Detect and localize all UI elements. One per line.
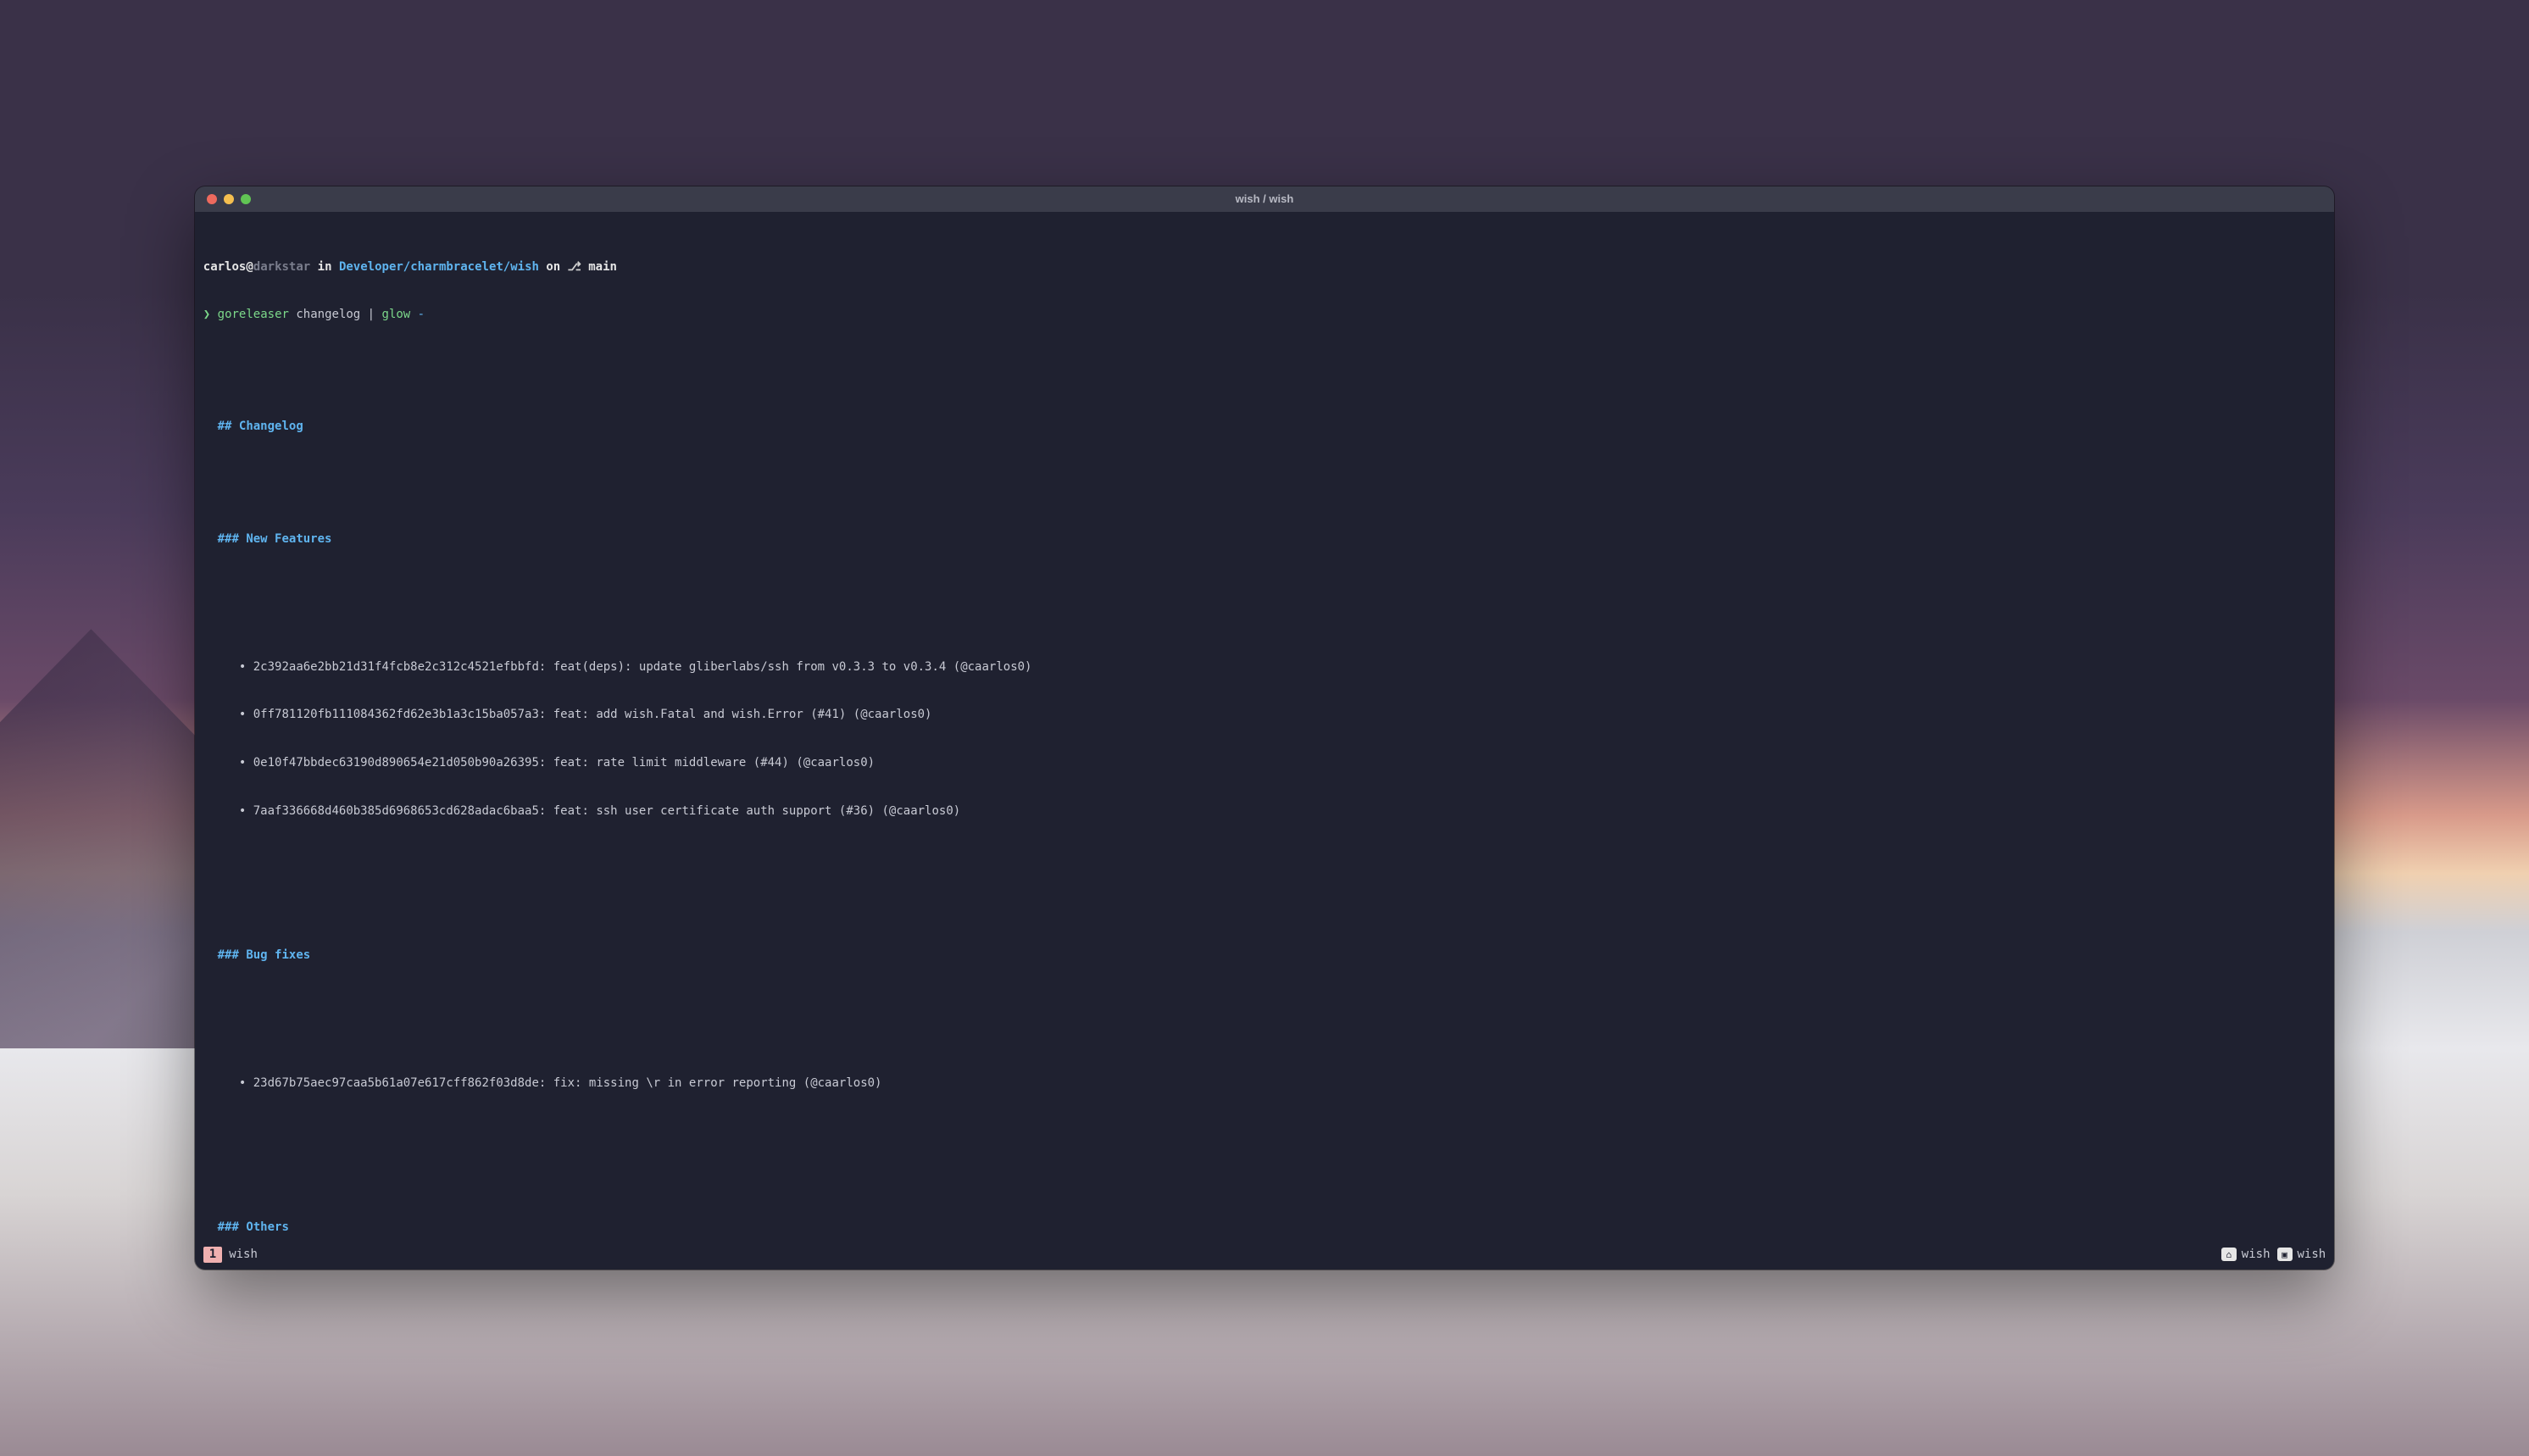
list-item: 23d67b75aec97caa5b61a07e617cff862f03d8de… [253, 1076, 882, 1090]
terminal-window: wish / wish carlos@darkstar in Developer… [195, 186, 2334, 1270]
prompt-branch: main [581, 260, 617, 274]
list-item: 0e10f47bbdec63190d890654e21d050b90a26395… [253, 756, 875, 770]
terminal-body[interactable]: carlos@darkstar in Developer/charmbracel… [195, 212, 2334, 1245]
tmux-statusbar: 1 wish ⌂ wish ▣ wish [195, 1244, 2334, 1270]
key-icon: ⌂ [2221, 1248, 2237, 1261]
prompt-user: carlos [203, 260, 247, 274]
terminal-icon: ▣ [2277, 1248, 2293, 1261]
window-title: wish / wish [195, 192, 2334, 205]
titlebar[interactable]: wish / wish [195, 186, 2334, 212]
git-branch-icon: ⎇ [568, 260, 581, 274]
prompt-command-1: ❯ goreleaser changelog | glow - [203, 307, 2326, 323]
heading-new-features: ### New Features [218, 532, 332, 546]
traffic-lights [207, 194, 251, 204]
window-name[interactable]: wish [229, 1248, 258, 1261]
heading-bug-fixes: ### Bug fixes [218, 948, 311, 962]
prompt-at: @ [246, 260, 253, 274]
status-label: wish [2298, 1248, 2326, 1261]
list-item: 0ff781120fb111084362fd62e3b1a3c15ba057a3… [253, 708, 932, 721]
prompt-path: Developer/charmbracelet/wish [339, 260, 539, 274]
minimize-icon[interactable] [224, 194, 234, 204]
status-segment[interactable]: ▣ wish [2277, 1248, 2326, 1261]
prompt-in: in [310, 260, 339, 274]
heading-changelog: ## Changelog [218, 420, 303, 433]
cmd-glow: glow [375, 308, 418, 321]
status-left: 1 wish [203, 1247, 258, 1263]
prompt-host: darkstar [253, 260, 310, 274]
list-item: 7aaf336668d460b385d6968653cd628adac6baa5… [253, 804, 960, 818]
pipe-symbol: | [368, 308, 375, 321]
cmd-goreleaser: goreleaser [218, 308, 289, 321]
zoom-icon[interactable] [241, 194, 251, 204]
cmd-arg: changelog [289, 308, 368, 321]
heading-others: ### Others [218, 1220, 289, 1234]
prompt-context-1: carlos@darkstar in Developer/charmbracel… [203, 259, 2326, 275]
list-item: 2c392aa6e2bb21d31f4fcb8e2c312c4521efbbfd… [253, 660, 1032, 674]
window-index-badge[interactable]: 1 [203, 1247, 222, 1263]
status-segment[interactable]: ⌂ wish [2221, 1248, 2271, 1261]
prompt-on: on [539, 260, 568, 274]
status-label: wish [2242, 1248, 2271, 1261]
cmd-dash: - [418, 308, 425, 321]
prompt-symbol: ❯ [203, 308, 210, 321]
status-right: ⌂ wish ▣ wish [2221, 1248, 2326, 1261]
close-icon[interactable] [207, 194, 217, 204]
